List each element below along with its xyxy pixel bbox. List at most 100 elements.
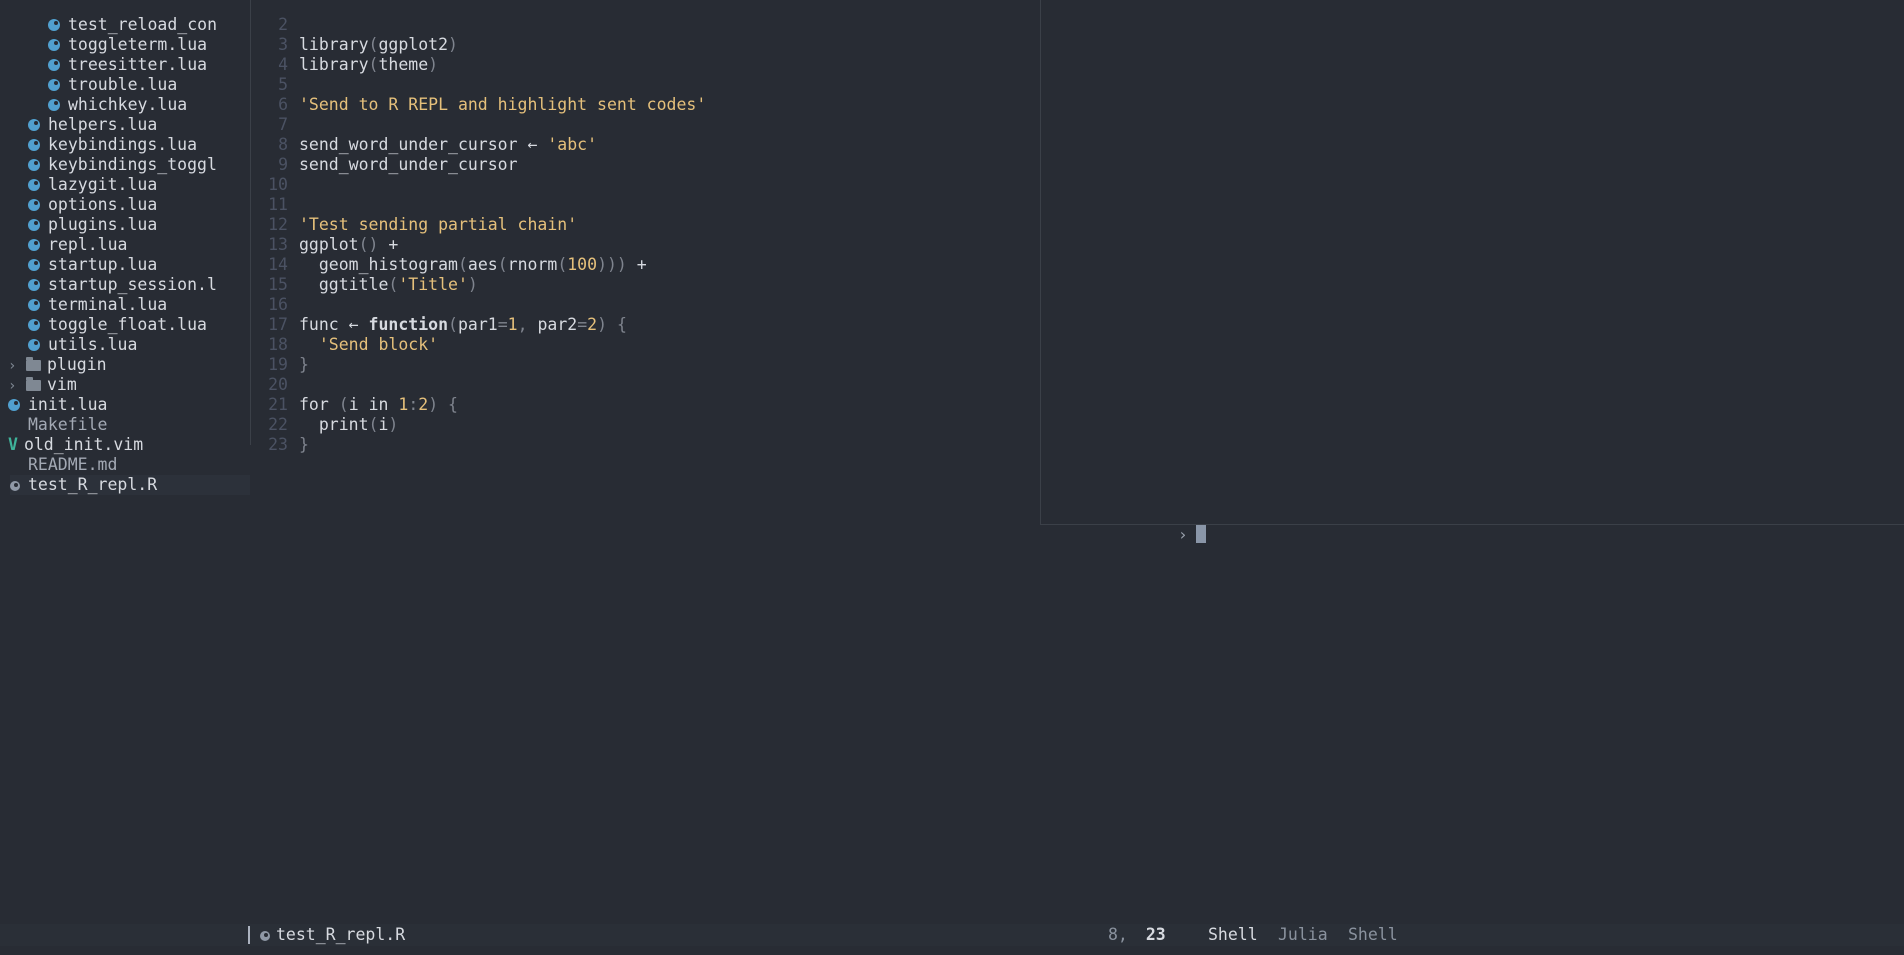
code-token: ) { bbox=[597, 315, 627, 334]
code-token: par2 bbox=[537, 315, 578, 334]
code-line[interactable]: 11 bbox=[260, 195, 299, 215]
code-token: + bbox=[626, 255, 647, 274]
tree-item[interactable]: lazygit.lua bbox=[0, 175, 268, 195]
tree-item[interactable]: Makefile bbox=[0, 415, 248, 435]
code-line[interactable]: 20 bbox=[260, 375, 299, 395]
code-line[interactable]: 18 'Send block' bbox=[260, 335, 438, 355]
tree-item[interactable]: toggleterm.lua bbox=[0, 35, 288, 55]
tree-item-label: helpers.lua bbox=[48, 115, 158, 134]
tree-item[interactable]: treesitter.lua bbox=[0, 55, 288, 75]
tree-item-label: startup_session.l bbox=[48, 275, 217, 294]
tree-item[interactable]: options.lua bbox=[0, 195, 268, 215]
tree-item[interactable]: README.md bbox=[0, 455, 248, 475]
tree-item[interactable]: utils.lua bbox=[0, 335, 268, 355]
lua-file-icon bbox=[8, 399, 20, 411]
code-line[interactable]: 7 bbox=[260, 115, 299, 135]
line-number: 15 bbox=[268, 275, 288, 294]
lua-file-icon bbox=[48, 19, 60, 31]
line-number: 5 bbox=[278, 75, 288, 94]
code-line[interactable]: 21 for (i in 1:2) { bbox=[260, 395, 458, 415]
code-line[interactable]: 3 library(ggplot2) bbox=[260, 35, 458, 55]
code-token: ) bbox=[388, 415, 399, 434]
code-line[interactable]: 23} bbox=[260, 435, 309, 455]
code-line[interactable]: 17 func ← function(par1=1, par2=2) { bbox=[260, 315, 627, 335]
code-line[interactable]: 19} bbox=[260, 355, 309, 375]
chevron-right-icon[interactable]: › bbox=[8, 356, 26, 375]
tree-item-label: lazygit.lua bbox=[48, 175, 158, 194]
code-line[interactable]: 9 send_word_under_cursor bbox=[260, 155, 517, 175]
code-token: ( bbox=[497, 255, 508, 274]
tree-item-label: trouble.lua bbox=[68, 75, 178, 94]
tree-item-label: utils.lua bbox=[48, 335, 138, 354]
lua-file-icon bbox=[28, 119, 40, 131]
tree-item[interactable]: keybindings_toggl bbox=[0, 155, 268, 175]
lua-file-icon bbox=[28, 199, 40, 211]
lua-file-icon bbox=[48, 59, 60, 71]
code-token: ) bbox=[467, 275, 478, 294]
tree-item[interactable]: plugins.lua bbox=[0, 215, 268, 235]
code-token: ← bbox=[527, 135, 548, 154]
cursor-line: 8, bbox=[1108, 925, 1128, 944]
code-line[interactable]: 10 bbox=[260, 175, 299, 195]
code-token: i bbox=[348, 395, 369, 414]
code-line[interactable]: 22 print(i) bbox=[260, 415, 398, 435]
tree-item-label: init.lua bbox=[28, 395, 108, 414]
code-line[interactable]: 4 library(theme) bbox=[260, 55, 438, 75]
code-line[interactable]: 12 'Test sending partial chain' bbox=[260, 215, 577, 235]
code-line[interactable]: 5 bbox=[260, 75, 299, 95]
statusline: test_R_repl.R 8, 23 Shell Julia Shell bbox=[0, 924, 1904, 946]
code-token: library bbox=[299, 55, 369, 74]
tree-item-label: whichkey.lua bbox=[68, 95, 188, 114]
code-token: 'Send to R REPL and highlight sent codes… bbox=[299, 95, 707, 114]
tree-item-label: toggle_float.lua bbox=[48, 315, 207, 334]
tree-item[interactable]: › plugin bbox=[0, 355, 248, 375]
lua-file-icon bbox=[28, 339, 40, 351]
code-line[interactable]: 2 bbox=[260, 15, 299, 35]
tree-item[interactable]: keybindings.lua bbox=[0, 135, 268, 155]
tree-item[interactable]: init.lua bbox=[0, 395, 248, 415]
terminal-prompt[interactable]: › bbox=[1178, 525, 1206, 545]
code-token: for bbox=[299, 395, 339, 414]
code-token: , bbox=[517, 315, 538, 334]
statusline-filename: test_R_repl.R bbox=[260, 924, 405, 946]
code-line[interactable]: 6 'Send to R REPL and highlight sent code… bbox=[260, 95, 706, 115]
tree-item[interactable]: terminal.lua bbox=[0, 295, 268, 315]
code-token: ( bbox=[457, 255, 468, 274]
tree-item-label: test_reload_con bbox=[68, 15, 218, 34]
code-line[interactable]: 16 bbox=[260, 295, 299, 315]
tree-item[interactable]: › vim bbox=[0, 375, 248, 395]
tree-item[interactable]: Vold_init.vim bbox=[0, 435, 248, 455]
tree-item[interactable]: toggle_float.lua bbox=[0, 315, 268, 335]
tree-item[interactable]: repl.lua bbox=[0, 235, 268, 255]
tree-item[interactable]: whichkey.lua bbox=[0, 95, 288, 115]
code-token: print bbox=[299, 415, 369, 434]
terminal-tab-shell-2[interactable]: Shell bbox=[1348, 924, 1398, 946]
code-line[interactable]: 14 geom_histogram(aes(rnorm(100))) + bbox=[260, 255, 647, 275]
terminal-tab-shell-1[interactable]: Shell bbox=[1208, 924, 1258, 946]
terminal-window[interactable] bbox=[1040, 0, 1904, 525]
tree-item[interactable]: test_reload_con bbox=[0, 15, 288, 35]
lua-file-icon bbox=[48, 79, 60, 91]
lua-file-icon bbox=[48, 99, 60, 111]
code-token: 'Send block' bbox=[299, 335, 439, 354]
code-line[interactable]: 8 send_word_under_cursor ← 'abc' bbox=[260, 135, 597, 155]
tree-item[interactable]: startup.lua bbox=[0, 255, 268, 275]
tree-item[interactable]: helpers.lua bbox=[0, 115, 268, 135]
tree-item[interactable]: test_R_repl.R bbox=[10, 475, 250, 495]
line-number: 20 bbox=[268, 375, 288, 394]
code-token: theme bbox=[378, 55, 429, 74]
tree-item-label: Makefile bbox=[28, 415, 108, 434]
code-token: = bbox=[497, 315, 508, 334]
mode-indicator bbox=[248, 926, 250, 944]
terminal-tab-julia[interactable]: Julia bbox=[1278, 924, 1328, 946]
line-number: 7 bbox=[278, 115, 288, 134]
tree-item[interactable]: startup_session.l bbox=[0, 275, 268, 295]
code-token: ← bbox=[348, 315, 369, 334]
code-line[interactable]: 15 ggtitle('Title') bbox=[260, 275, 478, 295]
code-line[interactable]: 13 ggplot() + bbox=[260, 235, 398, 255]
code-token: in bbox=[368, 395, 399, 414]
lua-file-icon bbox=[28, 159, 40, 171]
tree-item[interactable]: trouble.lua bbox=[0, 75, 288, 95]
chevron-right-icon[interactable]: › bbox=[8, 376, 26, 395]
line-number: 13 bbox=[268, 235, 288, 254]
